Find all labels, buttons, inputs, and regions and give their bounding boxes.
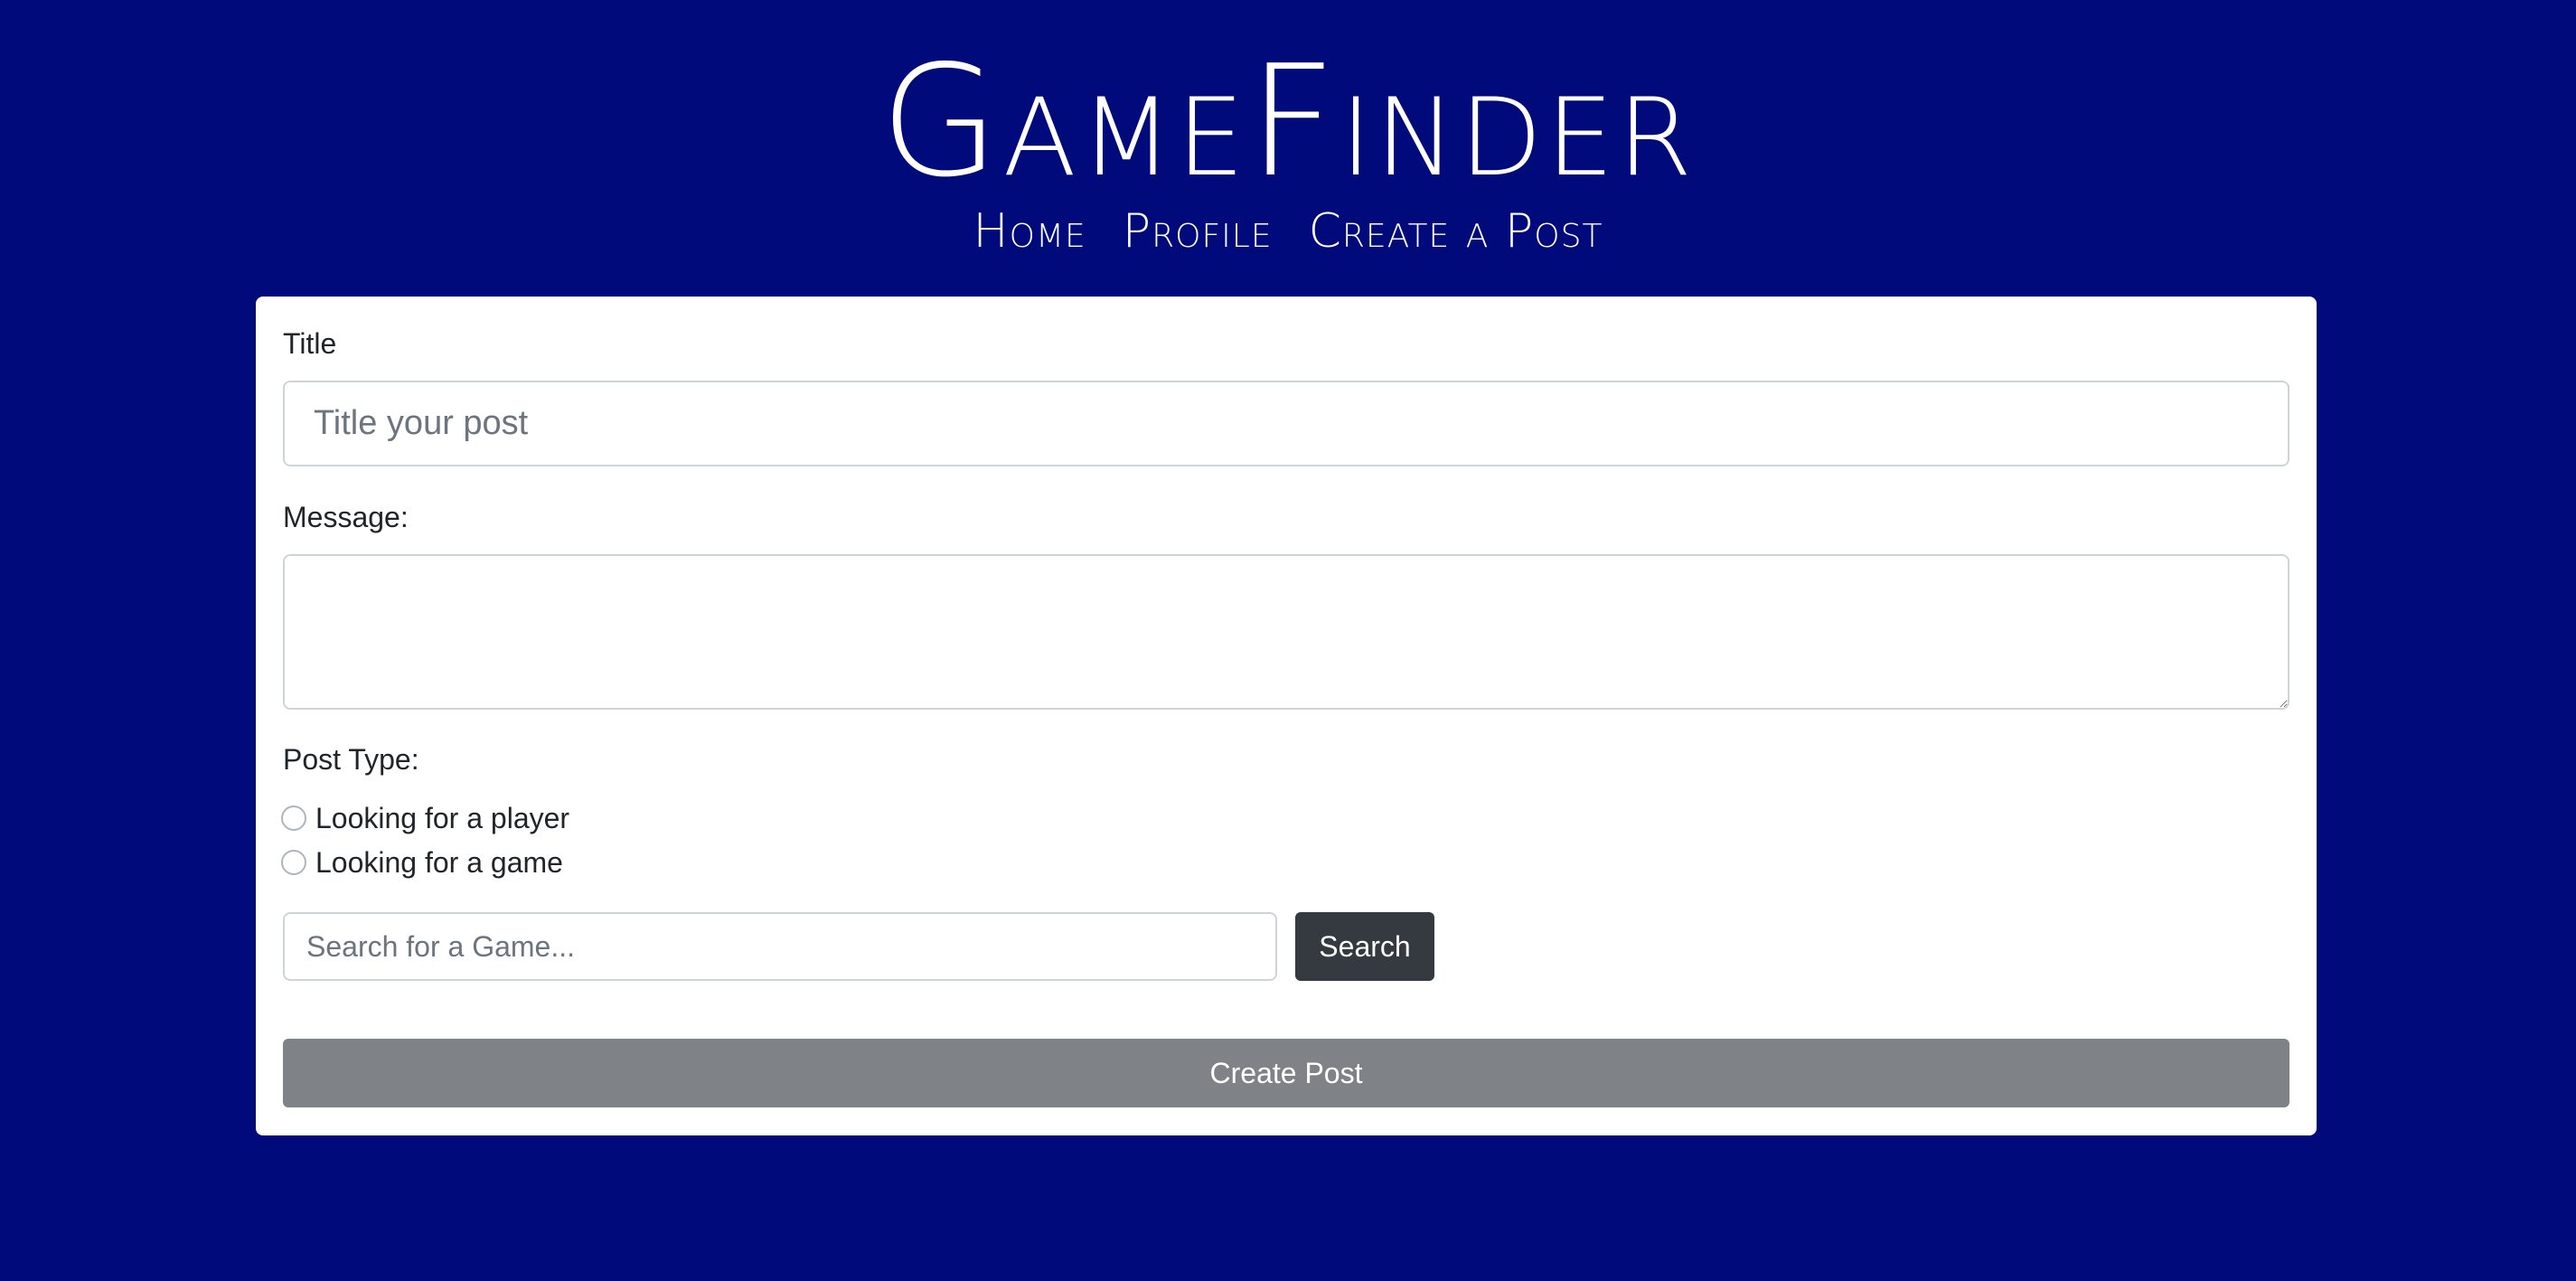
nav-link-profile[interactable]: Profile [1123,204,1273,259]
radio-label: Looking for a game [315,846,563,879]
radio-button[interactable] [281,805,306,831]
game-search-input[interactable] [283,912,1277,981]
radio-option-looking-for-game[interactable]: Looking for a game [281,844,563,881]
create-post-button[interactable]: Create Post [283,1039,2289,1107]
message-textarea[interactable] [283,554,2289,710]
title-input[interactable] [283,381,2289,466]
radio-option-looking-for-player[interactable]: Looking for a player [281,800,569,836]
nav-link-home[interactable]: Home [973,204,1086,259]
nav-link-create-post[interactable]: Create a Post [1309,204,1603,259]
brand-title: GameFinder [879,33,1697,212]
site-header: GameFinder Home Profile Create a Post [0,0,2576,289]
create-post-form: Title Message: Post Type: Looking for a … [256,297,2317,1135]
radio-button[interactable] [281,850,306,875]
title-label: Title [283,327,337,360]
brand-logo[interactable]: GameFinder [0,36,2576,199]
message-label: Message: [283,501,409,533]
post-type-label: Post Type: [283,743,419,776]
radio-label: Looking for a player [315,802,570,834]
search-button[interactable]: Search [1295,912,1434,981]
main-nav: Home Profile Create a Post [0,204,2576,259]
